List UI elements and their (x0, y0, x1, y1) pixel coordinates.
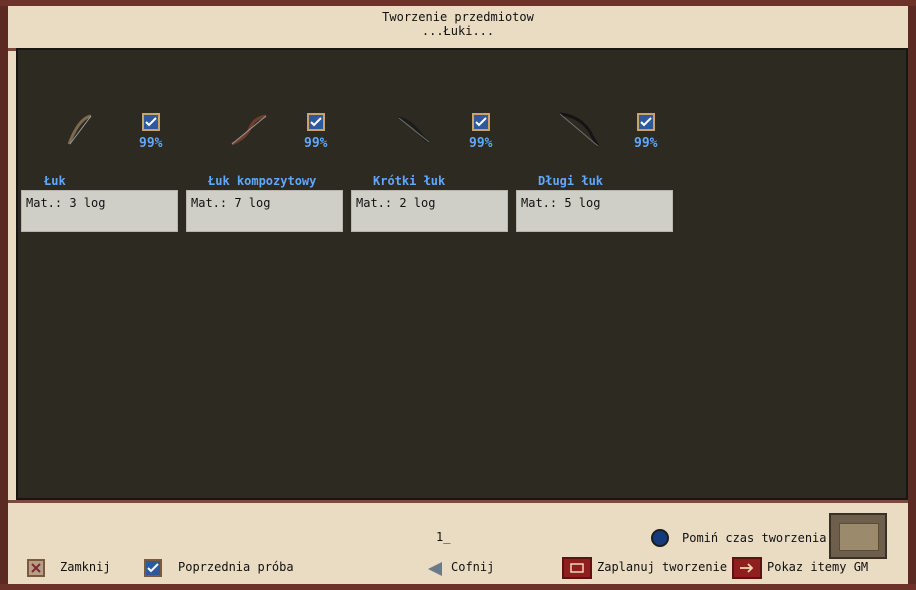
check-icon (147, 563, 159, 573)
previous-attempt-button[interactable] (144, 559, 162, 577)
window-title: Tworzenie przedmiotow (382, 10, 534, 24)
window-title-block: Tworzenie przedmiotow ...Łuki... (8, 10, 908, 38)
material-box: Mat.: 7 log (186, 190, 343, 232)
show-gm-items-label[interactable]: Pokaz itemy GM (767, 560, 868, 574)
schedule-label[interactable]: Zaplanuj tworzenie (597, 560, 727, 574)
crafting-window: Tworzenie przedmiotow ...Łuki... 99% 99%… (0, 0, 916, 590)
item-card-dlugi-luk[interactable]: 99% (526, 110, 686, 155)
schedule-button[interactable] (562, 557, 592, 579)
window-subtitle: ...Łuki... (421, 24, 495, 38)
material-box: Mat.: 3 log (21, 190, 178, 232)
item-preview-frame (829, 513, 887, 559)
previous-attempt-label[interactable]: Poprzednia próba (178, 560, 294, 574)
success-chance: 99% (304, 136, 328, 151)
item-select-checkbox[interactable] (637, 113, 655, 131)
item-select-checkbox[interactable] (142, 113, 160, 131)
success-chance: 99% (634, 136, 658, 151)
item-preview-image (839, 523, 879, 551)
back-arrow-icon[interactable] (428, 562, 442, 576)
item-select-checkbox[interactable] (472, 113, 490, 131)
material-box: Mat.: 5 log (516, 190, 673, 232)
success-chance: 99% (139, 136, 163, 151)
item-name-krotki-luk: Krótki łuk (373, 174, 446, 188)
items-panel: 99% 99% 99% 99% Łuk Łuk kompozytowy Krót… (16, 48, 908, 500)
back-label[interactable]: Cofnij (451, 560, 494, 574)
material-text: Mat.: 2 log (356, 196, 436, 210)
arrow-right-icon (740, 563, 754, 573)
item-name-luk: Łuk (44, 174, 66, 188)
bow-icon (67, 114, 92, 145)
long-bow-icon (559, 112, 600, 147)
close-button[interactable] (27, 559, 45, 577)
success-chance: 99% (469, 136, 493, 151)
skip-time-radio[interactable] (651, 529, 669, 547)
item-card-luk-kompozytowy[interactable]: 99% (196, 110, 356, 155)
scroll-icon (570, 563, 584, 573)
panel-bottom-edge (8, 500, 908, 503)
close-label[interactable]: Zamknij (60, 560, 111, 574)
short-bow-icon (398, 116, 430, 144)
skip-time-label: Pomiń czas tworzenia (682, 531, 827, 545)
material-text: Mat.: 3 log (26, 196, 106, 210)
item-select-checkbox[interactable] (307, 113, 325, 131)
material-box: Mat.: 2 log (351, 190, 508, 232)
check-icon (640, 117, 652, 127)
composite-bow-icon (231, 114, 267, 146)
item-name-dlugi-luk: Długi łuk (538, 174, 604, 188)
check-icon (145, 117, 157, 127)
page-number: 1_ (436, 530, 451, 544)
item-card-luk[interactable]: 99% (31, 110, 191, 155)
check-icon (310, 117, 322, 127)
item-card-krotki-luk[interactable]: 99% (361, 110, 521, 155)
material-text: Mat.: 7 log (191, 196, 271, 210)
close-icon (31, 563, 41, 573)
material-text: Mat.: 5 log (521, 196, 601, 210)
check-icon (475, 117, 487, 127)
show-gm-items-button[interactable] (732, 557, 762, 579)
item-name-luk-kompozytowy: Łuk kompozytowy (208, 174, 317, 188)
